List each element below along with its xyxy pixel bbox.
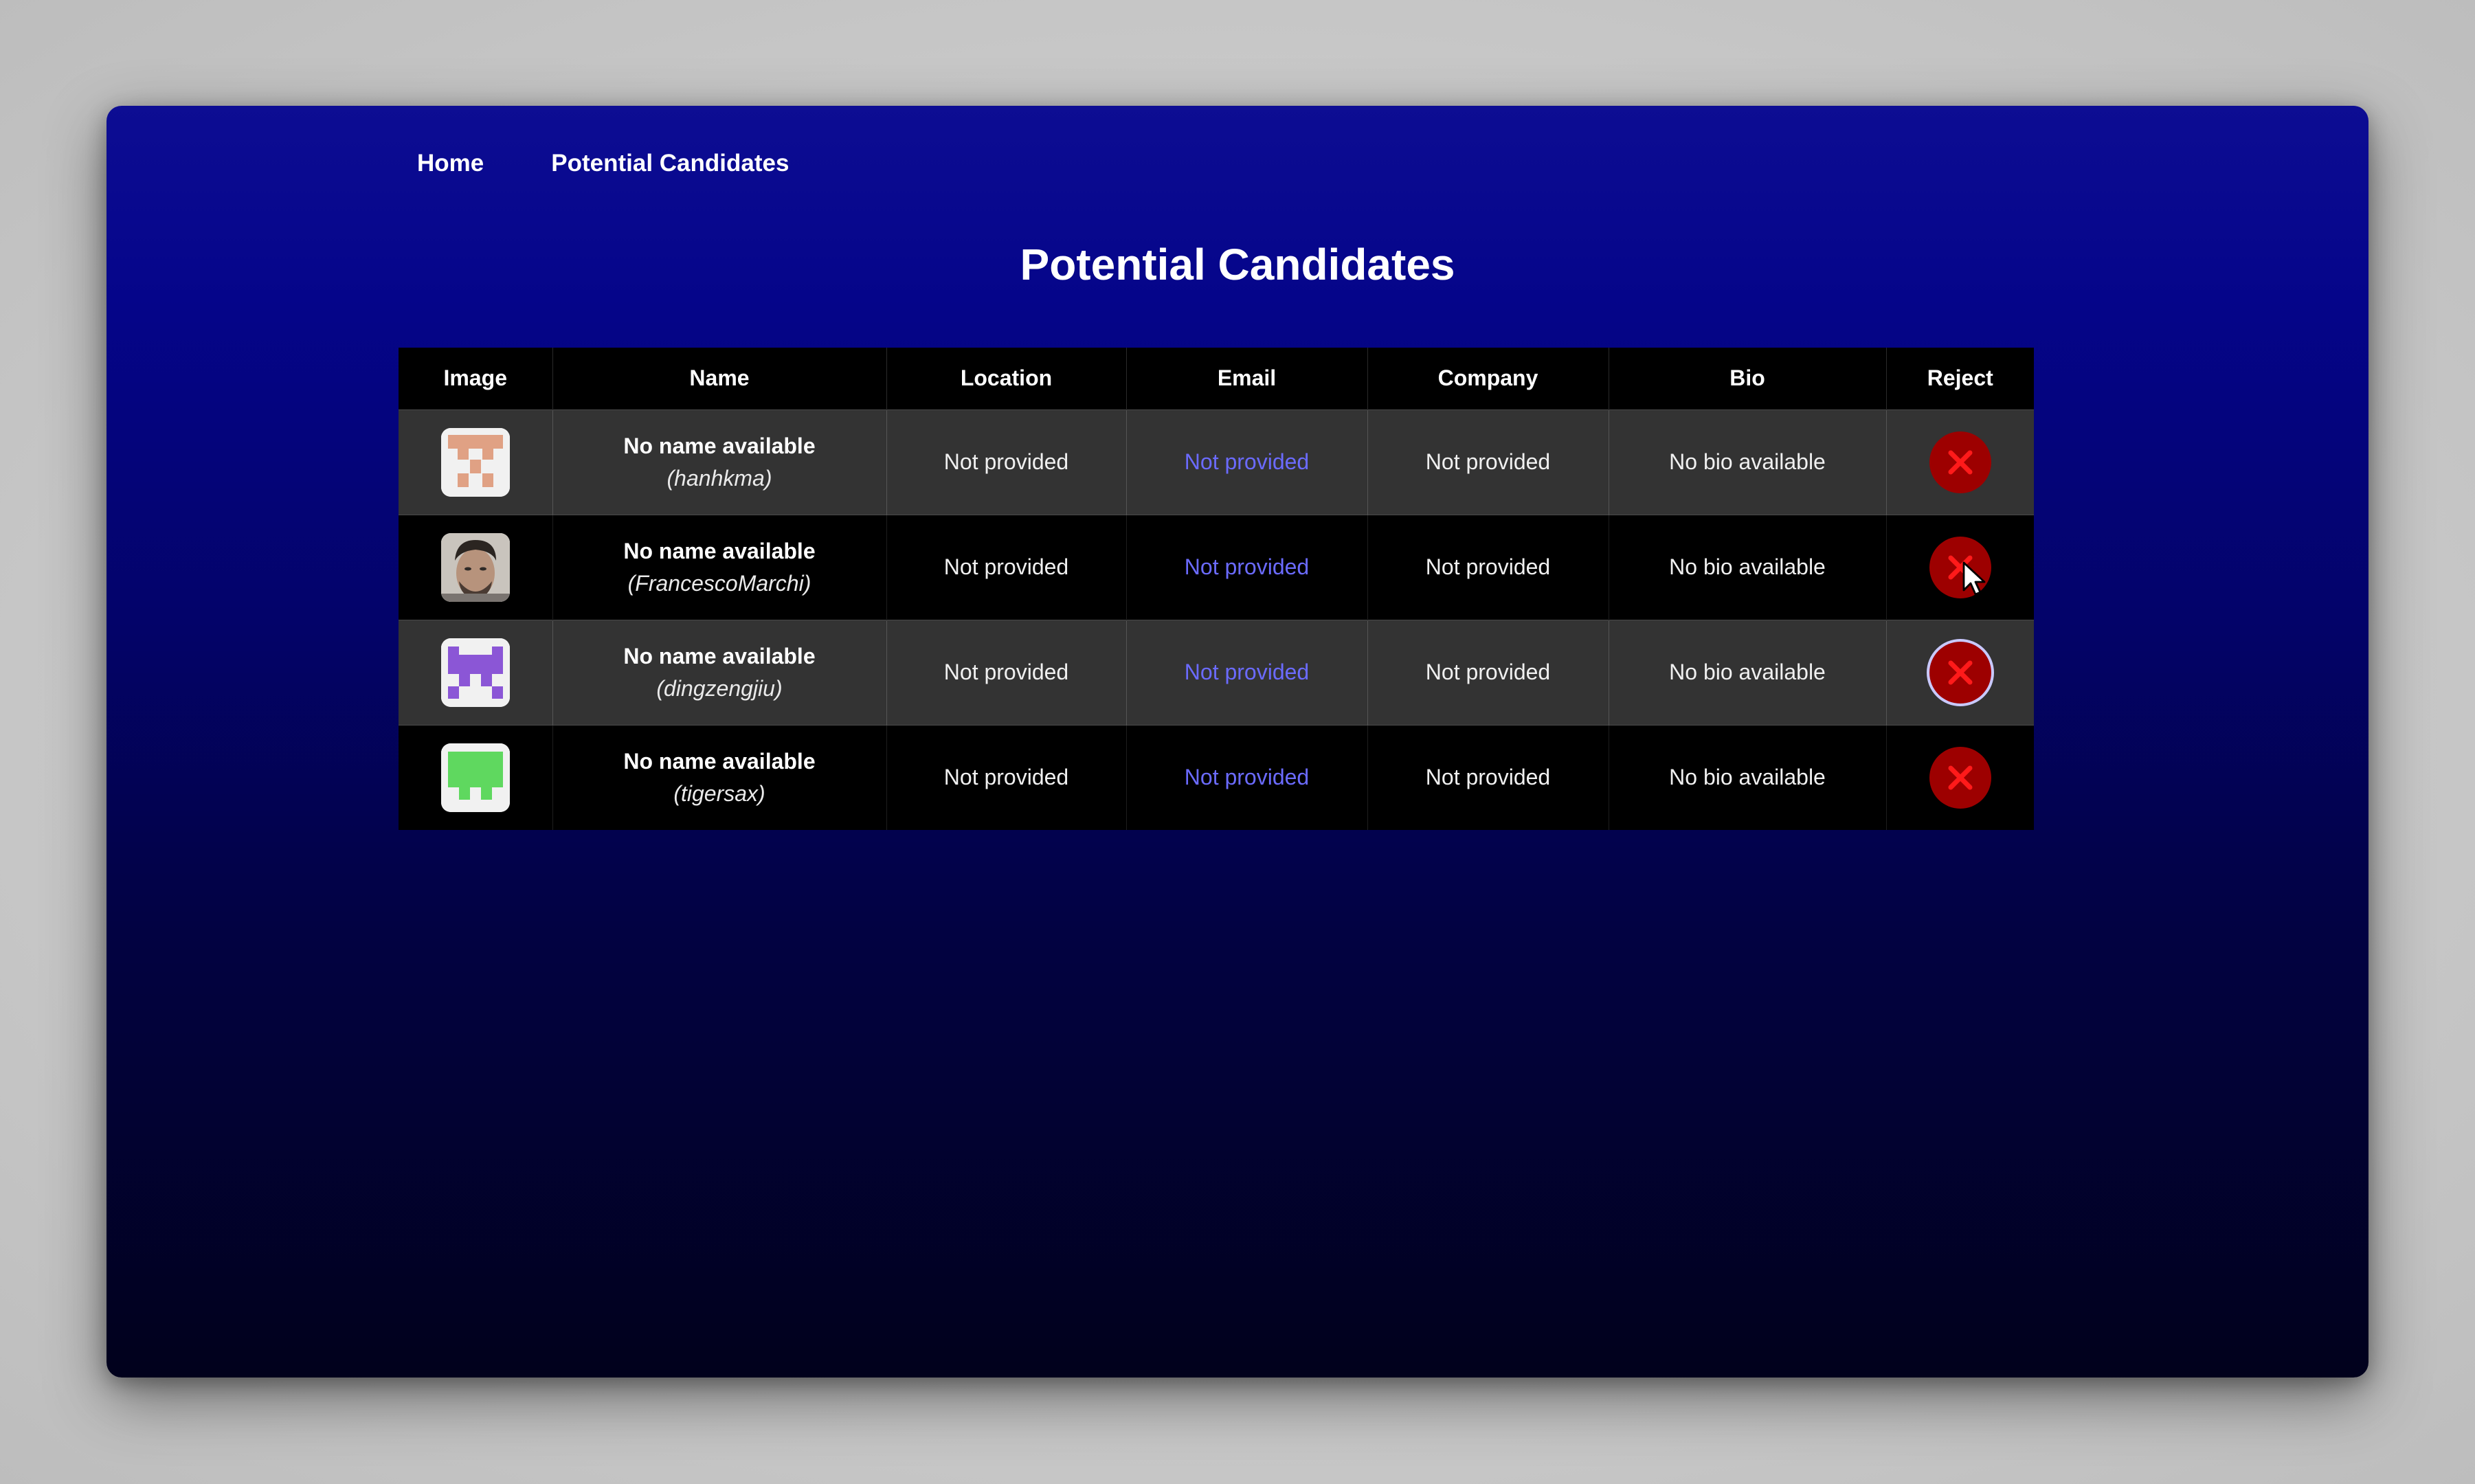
candidate-name: No name available [623,433,816,458]
reject-button[interactable] [1929,431,1991,493]
reject-button[interactable] [1929,641,1991,704]
company-cell: Not provided [1367,724,1609,830]
header-email: Email [1126,348,1368,409]
name-cell: No name available (FrancescoMarchi) [552,514,887,620]
email-link[interactable]: Not provided [1185,765,1309,789]
table-row: No name available (dingzengjiu) Not prov… [399,619,2034,725]
location-cell: Not provided [886,619,1127,725]
pixel-avatar-purple-icon [440,638,510,707]
image-cell [399,724,553,830]
company-cell: Not provided [1367,409,1609,515]
page-title: Potential Candidates [1020,240,1455,289]
header-location: Location [886,348,1127,409]
bio-cell: No bio available [1609,724,1887,830]
bio-cell: No bio available [1609,409,1887,515]
location-cell: Not provided [886,724,1127,830]
close-icon [1948,450,1973,474]
table-row: No name available (tigersax) Not provide… [399,724,2034,830]
image-cell [399,514,553,620]
candidate-name: No name available [623,643,816,668]
table-row: No name available (FrancescoMarchi) Not … [399,514,2034,620]
location-cell: Not provided [886,514,1127,620]
header-image: Image [399,348,553,409]
header-reject: Reject [1886,348,2034,409]
email-cell: Not provided [1126,409,1368,515]
email-cell: Not provided [1126,724,1368,830]
mouse-cursor-icon [1962,561,1986,595]
candidate-name: No name available [623,538,816,563]
app-window: Home Potential Candidates Potential Cand… [107,106,2368,1378]
table-row: No name available (hanhkma) Not provided… [399,409,2034,515]
pixel-avatar-orange-icon [440,427,510,497]
candidates-table: Image Name Location Email Company Bio Re… [399,348,2034,830]
bio-cell: No bio available [1609,514,1887,620]
name-cell: No name available (dingzengjiu) [552,619,887,725]
photo-avatar [440,532,510,602]
email-link[interactable]: Not provided [1185,554,1309,579]
name-cell: No name available (hanhkma) [552,409,887,515]
candidate-handle: (FrancescoMarchi) [627,570,811,596]
reject-cell [1886,724,2034,830]
reject-cell [1886,514,2034,620]
image-cell [399,409,553,515]
candidate-handle: (tigersax) [673,780,765,806]
reject-button[interactable] [1929,746,1991,809]
pixel-avatar-green-icon [440,743,510,812]
nav-candidates-link[interactable]: Potential Candidates [551,150,789,177]
location-cell: Not provided [886,409,1127,515]
candidate-handle: (hanhkma) [667,465,772,491]
close-icon [1948,765,1973,790]
name-cell: No name available (tigersax) [552,724,887,830]
email-cell: Not provided [1126,619,1368,725]
candidate-handle: (dingzengjiu) [656,675,783,701]
header-company: Company [1367,348,1609,409]
bio-cell: No bio available [1609,619,1887,725]
table-header-row: Image Name Location Email Company Bio Re… [399,348,2034,409]
header-bio: Bio [1609,348,1887,409]
nav-home-link[interactable]: Home [417,150,484,177]
reject-cell [1886,409,2034,515]
close-icon [1948,660,1973,684]
image-cell [399,619,553,725]
header-name: Name [552,348,887,409]
email-link[interactable]: Not provided [1185,660,1309,684]
reject-button[interactable] [1929,536,1991,598]
top-nav: Home Potential Candidates [417,150,789,177]
email-link[interactable]: Not provided [1185,449,1309,474]
company-cell: Not provided [1367,514,1609,620]
candidate-name: No name available [623,748,816,774]
company-cell: Not provided [1367,619,1609,725]
reject-cell [1886,619,2034,725]
email-cell: Not provided [1126,514,1368,620]
